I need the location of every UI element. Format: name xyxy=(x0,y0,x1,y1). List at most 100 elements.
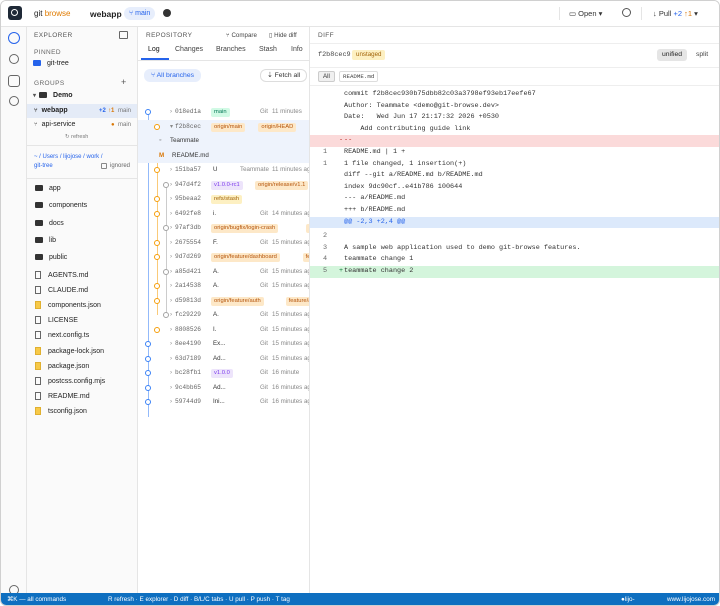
expanded-author: Teammate xyxy=(170,137,199,144)
commit-author: Git xyxy=(260,398,268,405)
ignored-checkbox[interactable] xyxy=(101,163,107,169)
folder-docs[interactable]: docs xyxy=(27,217,137,231)
chevron-icon[interactable]: › xyxy=(170,279,172,294)
chevron-icon[interactable]: › xyxy=(170,323,172,338)
chevron-icon[interactable]: › xyxy=(170,294,172,309)
commit-row[interactable]: ›8808526 I. Git 15 minutes ago xyxy=(138,323,309,338)
divider xyxy=(310,43,719,44)
commit-row[interactable]: › 151ba57 U Teammate 11 minutes ago xyxy=(138,163,309,178)
all-branches-button[interactable]: ⑂ All branches xyxy=(144,69,201,82)
unified-toggle[interactable]: unified xyxy=(657,49,688,61)
hide-diff-button[interactable]: ▯ Hide diff xyxy=(269,32,297,39)
commit-row[interactable]: › 018ed1a main Git 11 minutes xyxy=(138,105,309,120)
search-icon[interactable] xyxy=(9,96,19,106)
chevron-icon[interactable]: › xyxy=(170,178,172,193)
file-filter-readme[interactable]: README.md xyxy=(339,71,379,82)
commit-row[interactable]: ›d59813d origin/feature/auth feature/aut xyxy=(138,294,309,309)
open-menu[interactable]: ▭ Open ▾ xyxy=(569,9,602,18)
refresh-button[interactable]: ↻ refresh xyxy=(65,134,88,140)
file-item[interactable]: next.config.ts xyxy=(27,329,137,343)
pull-button[interactable]: ↓ Pull +2 ↑1 ▾ xyxy=(653,9,698,18)
chevron-icon[interactable]: ▾ xyxy=(170,120,173,135)
file-name: package-lock.json xyxy=(48,347,105,355)
add-group-icon[interactable]: + xyxy=(121,77,126,87)
commit-row[interactable]: ›97af3dborigin/bugfix/login-crashbugfi xyxy=(138,221,309,236)
commit-row[interactable]: ›2a14538 A. Git 15 minutes ago xyxy=(138,279,309,294)
chevron-icon[interactable]: › xyxy=(170,163,172,178)
commit-row[interactable]: ›9d7d269 origin/feature/dashboard featur xyxy=(138,250,309,265)
commit-hash: bc28fb1 xyxy=(175,369,201,376)
commit-row[interactable]: ›59744d9 Ini... Git 16 minutes ago xyxy=(138,395,309,410)
commit-row[interactable]: ›9c4bb65 Ad... Git 16 minutes ago xyxy=(138,381,309,396)
commit-row[interactable]: ›8ee4190 Ex... Git 15 minutes ago xyxy=(138,337,309,352)
tab-stash[interactable]: Stash xyxy=(259,46,277,53)
commit-row[interactable]: › 947d4f2 v1.0.0-rc1 origin/release/v1.1 xyxy=(138,178,309,193)
file-icon xyxy=(35,392,41,401)
file-item[interactable]: tsconfig.json xyxy=(27,405,137,419)
commit-row[interactable]: ›63d7189 Ad... Git 15 minutes ago xyxy=(138,352,309,367)
commit-row[interactable]: ›fc29229 A. Git 15 minutes ago xyxy=(138,308,309,323)
chevron-icon[interactable]: › xyxy=(170,366,172,381)
commit-message: A. xyxy=(213,267,219,275)
diff-line: +++ b/README.md xyxy=(310,205,719,217)
file-item[interactable]: LICENSE xyxy=(27,314,137,328)
chevron-icon[interactable]: › xyxy=(170,337,172,352)
file-item[interactable]: postcss.config.mjs xyxy=(27,375,137,389)
author-name: lijo-jose xyxy=(624,596,635,603)
commit-row[interactable]: ›a85d421 A. Git 15 minutes ago xyxy=(138,265,309,280)
command-palette-hint[interactable]: ⌘K — all commands xyxy=(7,593,66,605)
pinned-repo[interactable]: git-tree xyxy=(27,57,137,71)
chevron-icon[interactable]: › xyxy=(170,265,172,280)
chevron-icon[interactable]: › xyxy=(170,236,172,251)
chevron-icon[interactable]: › xyxy=(170,395,172,410)
chevron-icon[interactable]: › xyxy=(170,192,172,207)
chevron-icon[interactable]: › xyxy=(170,207,172,222)
site-link[interactable]: www.lijojose.com xyxy=(667,593,715,605)
fetch-all-button[interactable]: ⇣ Fetch all xyxy=(260,69,308,82)
folder-public[interactable]: public xyxy=(27,251,137,265)
tab-changes[interactable]: Changes xyxy=(175,46,203,53)
chevron-icon[interactable]: › xyxy=(170,105,172,120)
file-item[interactable]: AGENTS.md xyxy=(27,269,137,283)
commit-row[interactable]: › 95beaa2 refs/stash xyxy=(138,192,309,207)
chevron-icon[interactable]: › xyxy=(170,308,172,323)
folder-app[interactable]: app xyxy=(27,182,137,196)
repo-webapp[interactable]: ⑂ webapp +2 ↑1 main xyxy=(27,104,137,118)
folder-lib[interactable]: lib xyxy=(27,234,137,248)
compare-button[interactable]: ⑂ Compare xyxy=(226,32,257,39)
repo-api-service[interactable]: ⑂ api-service ● main xyxy=(27,118,137,132)
chevron-icon[interactable]: › xyxy=(170,381,172,396)
explorer-icon[interactable] xyxy=(8,32,20,44)
file-item[interactable]: CLAUDE.md xyxy=(27,284,137,298)
github-icon[interactable] xyxy=(163,9,171,17)
commit-row[interactable]: ›2675554 F. Git 15 minutes ago xyxy=(138,236,309,251)
expanded-file-row[interactable]: M README.md xyxy=(138,149,309,164)
split-toggle[interactable]: split xyxy=(691,49,713,61)
chevron-icon[interactable]: › xyxy=(170,221,172,236)
stash-icon[interactable] xyxy=(8,75,20,87)
repo-name[interactable]: webapp xyxy=(90,9,122,19)
folder-components[interactable]: components xyxy=(27,199,137,213)
branch-icon[interactable] xyxy=(9,54,19,64)
collapse-sidebar-icon[interactable] xyxy=(119,31,128,39)
group-demo[interactable]: ▾ Demo xyxy=(27,89,137,103)
file-filter-all[interactable]: All xyxy=(318,71,335,82)
commit-row[interactable]: › bc28fb1 v1.0.0 Git 16 minute xyxy=(138,366,309,381)
tab-log[interactable]: Log xyxy=(148,46,160,53)
chevron-icon[interactable]: › xyxy=(170,352,172,367)
tab-info[interactable]: Info xyxy=(291,46,303,53)
divider xyxy=(310,67,719,68)
file-item[interactable]: package-lock.json xyxy=(27,345,137,359)
file-item[interactable]: README.md xyxy=(27,390,137,404)
chevron-icon[interactable]: › xyxy=(170,250,172,265)
file-item[interactable]: package.json xyxy=(27,360,137,374)
branch-pill[interactable]: ⑂ main xyxy=(124,7,156,20)
tab-branches[interactable]: Branches xyxy=(216,46,246,53)
commit-row[interactable]: ▾ f2b8cec origin/main origin/HEAD xyxy=(138,120,309,135)
commit-row[interactable]: ›6492fe8 i. Git 14 minutes ago xyxy=(138,207,309,222)
workspace-path[interactable]: ~ / Users / lijojose / work / git-tree xyxy=(34,153,106,171)
author-link[interactable]: ● lijo-jose xyxy=(621,593,635,605)
history-icon[interactable] xyxy=(622,8,631,17)
ahead-count: +2 xyxy=(99,108,106,114)
file-item[interactable]: components.json xyxy=(27,299,137,313)
